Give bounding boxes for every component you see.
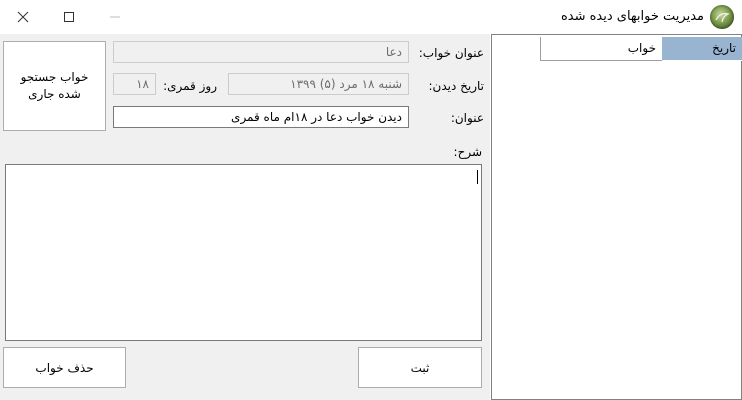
dream-title-field[interactable]: دعا bbox=[113, 41, 409, 63]
lunar-day-label: روز قمری: bbox=[163, 79, 217, 93]
title-bar: مدیریت خوابهای دیده شده bbox=[0, 0, 742, 34]
subject-field[interactable]: دیدن خواب دعا در ۱۸ام ماه قمری bbox=[113, 106, 409, 128]
save-button[interactable]: ثبت bbox=[358, 347, 482, 388]
lunar-day-field[interactable]: ۱۸ bbox=[113, 73, 156, 95]
close-icon bbox=[17, 11, 29, 23]
subject-label: عنوان: bbox=[450, 111, 484, 125]
minimize-icon bbox=[110, 16, 120, 18]
delete-dream-button[interactable]: حذف خواب bbox=[3, 347, 126, 388]
dream-title-label: عنوان خواب: bbox=[418, 46, 484, 60]
description-textarea[interactable] bbox=[5, 164, 482, 341]
column-header-dream[interactable]: خواب bbox=[540, 37, 662, 61]
maximize-icon bbox=[64, 12, 74, 22]
app-logo-icon bbox=[710, 5, 734, 29]
maximize-button[interactable] bbox=[46, 0, 92, 34]
current-searched-dream-button[interactable]: خواب جستجو شده جاری bbox=[3, 41, 106, 131]
column-header-date[interactable]: تاریخ bbox=[662, 37, 742, 61]
close-button[interactable] bbox=[0, 0, 46, 34]
text-caret bbox=[477, 170, 478, 184]
window-title: مدیریت خوابهای دیده شده bbox=[560, 9, 704, 24]
dreams-list[interactable]: تاریخ خواب bbox=[491, 34, 742, 400]
seen-date-label: تاریخ دیدن: bbox=[428, 79, 484, 93]
seen-date-field[interactable]: شنبه ۱۸ مرد (۵) ۱۳۹۹ bbox=[228, 73, 409, 95]
minimize-button[interactable] bbox=[92, 0, 138, 34]
description-label: شرح: bbox=[453, 145, 482, 159]
